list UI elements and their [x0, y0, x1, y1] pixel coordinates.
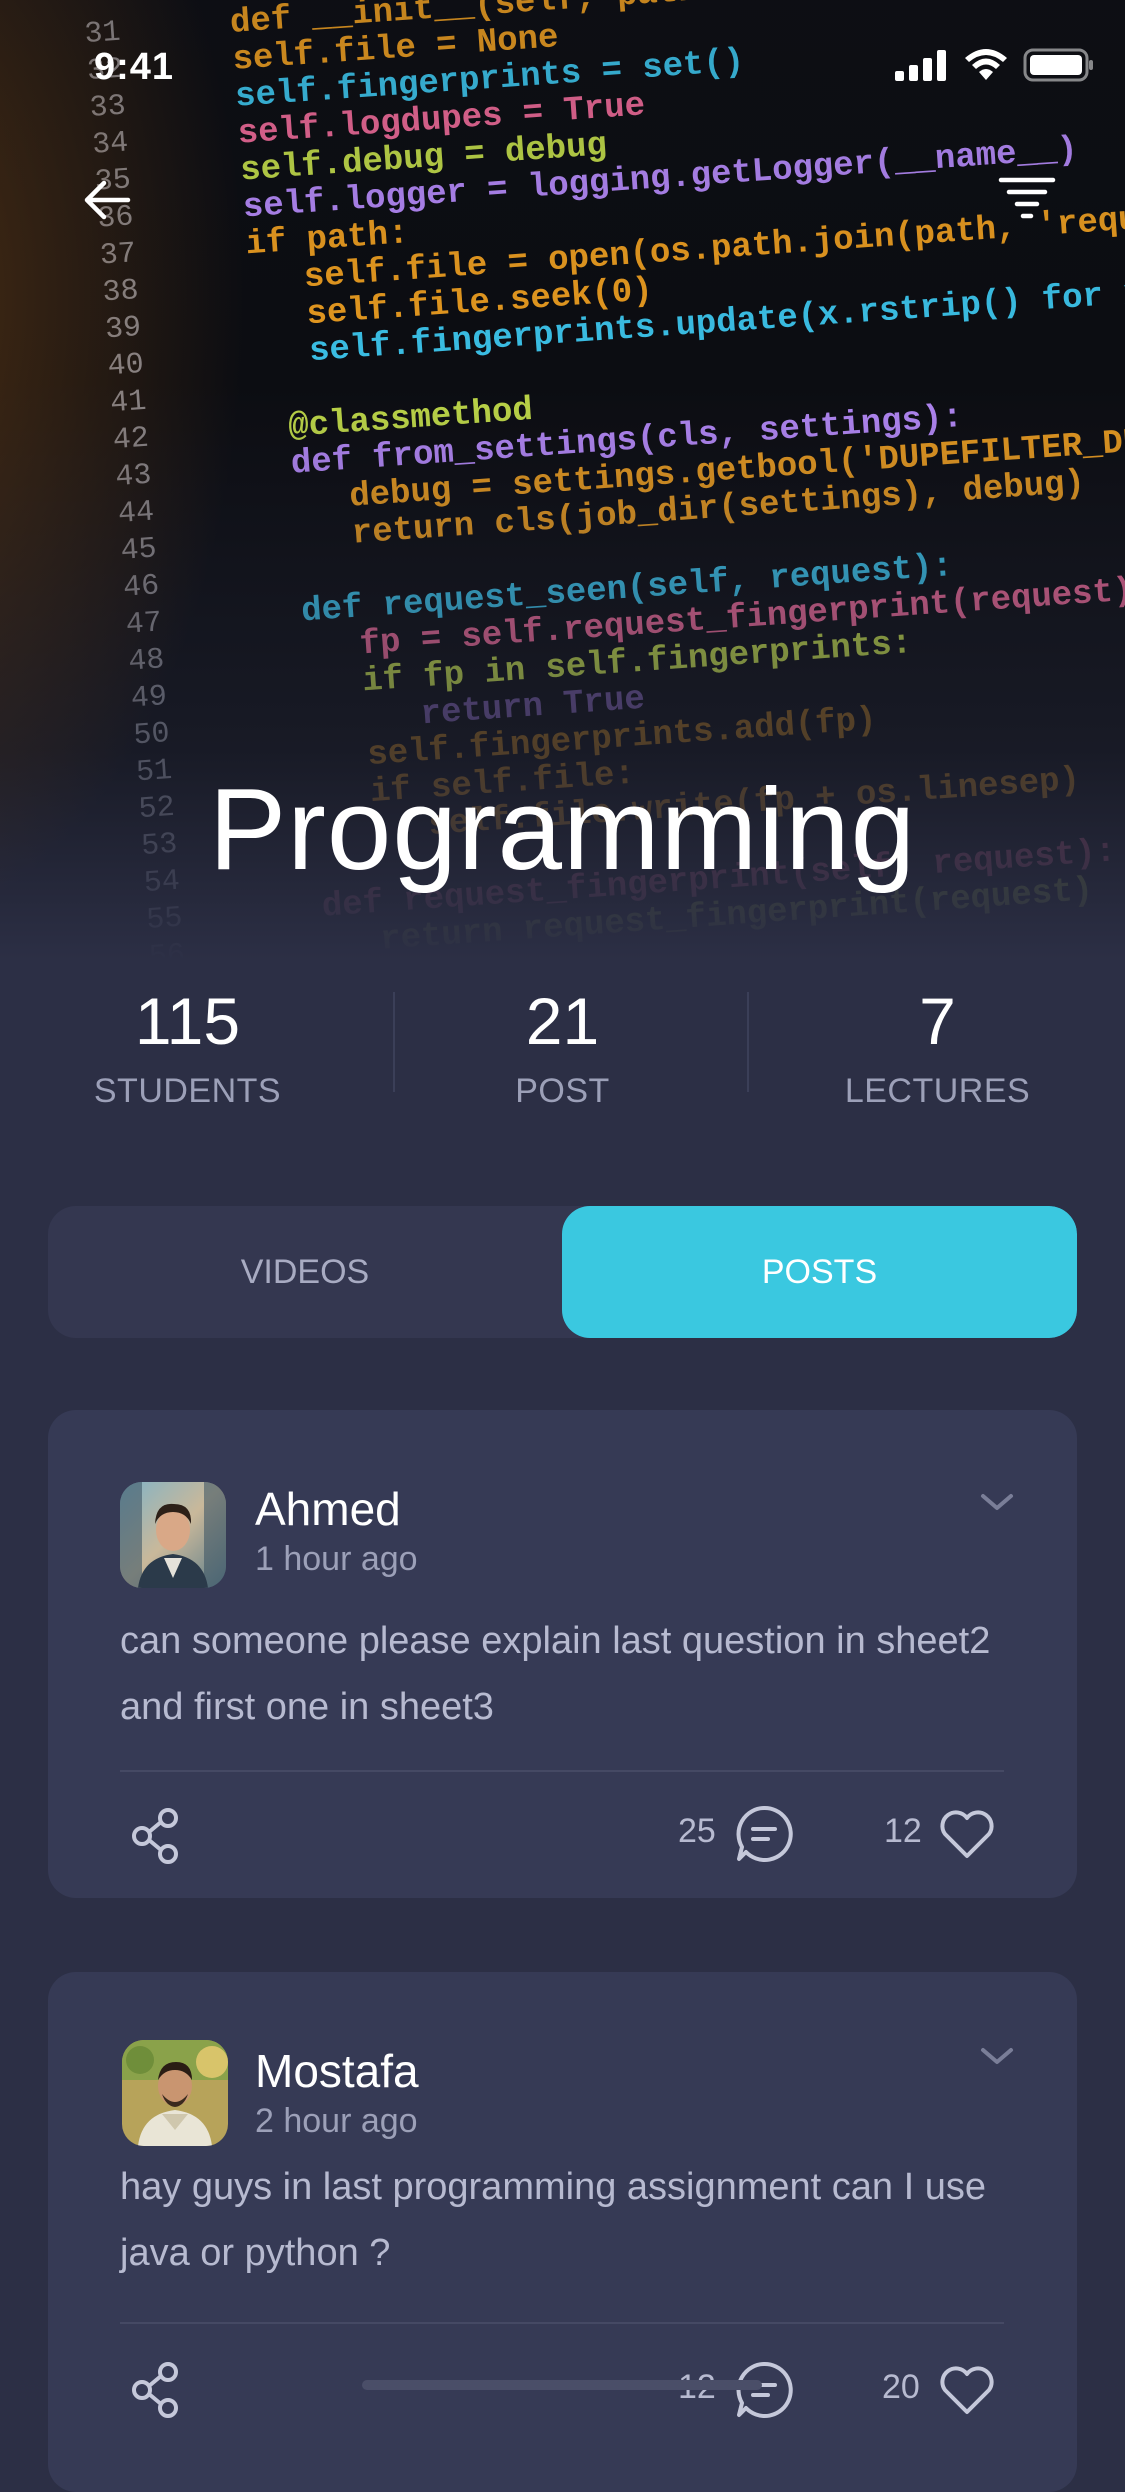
divider	[120, 2322, 1004, 2324]
share-icon[interactable]	[130, 1806, 186, 1866]
stat-label: STUDENTS	[93, 1072, 282, 1110]
share-icon[interactable]	[130, 2360, 186, 2420]
stat-students: 115 STUDENTS	[0, 980, 375, 1120]
comment-count: 25	[678, 1812, 716, 1850]
heart-icon[interactable]	[938, 2364, 996, 2416]
stat-divider	[393, 992, 395, 1092]
post-text: can someone please explain last question…	[120, 1620, 991, 1728]
avatar[interactable]	[120, 1482, 226, 1588]
heart-icon[interactable]	[938, 1808, 996, 1860]
page-title: Programming	[208, 764, 917, 894]
like-count: 12	[884, 1812, 922, 1850]
battery-icon	[1023, 48, 1093, 82]
post-author[interactable]: Mostafa	[255, 2044, 419, 2098]
stat-posts: 21 POST	[375, 980, 750, 1120]
post-card: Ahmed 1 hour ago can someone please expl…	[48, 1410, 1077, 1898]
wifi-icon	[965, 49, 1007, 80]
chevron-down-icon[interactable]	[977, 1488, 1017, 1516]
comment-icon[interactable]	[734, 2360, 794, 2420]
content-tabs: VIDEOS POSTS	[48, 1206, 1077, 1338]
post-card: Mostafa 2 hour ago hay guys in last prog…	[48, 1972, 1077, 2492]
stat-lectures: 7 LECTURES	[750, 980, 1125, 1120]
course-stats: 115 STUDENTS 21 POST 7 LECTURES	[0, 980, 1125, 1120]
home-indicator	[362, 2380, 762, 2390]
stat-value: 115	[134, 984, 241, 1058]
stat-divider	[747, 992, 749, 1092]
status-time: 9:41	[94, 46, 175, 88]
like-count: 20	[882, 2368, 920, 2406]
tab-videos[interactable]: VIDEOS	[48, 1206, 562, 1338]
back-arrow-icon[interactable]	[78, 170, 138, 230]
filter-icon[interactable]	[997, 172, 1057, 228]
stat-value: 7	[919, 984, 956, 1058]
stat-value: 21	[525, 984, 600, 1058]
comment-icon[interactable]	[734, 1804, 794, 1864]
stat-label: POST	[515, 1072, 610, 1110]
avatar[interactable]	[122, 2040, 228, 2146]
chevron-down-icon[interactable]	[977, 2042, 1017, 2070]
post-time: 2 hour ago	[255, 2102, 418, 2140]
post-author[interactable]: Ahmed	[255, 1482, 401, 1536]
status-icons	[895, 48, 1095, 82]
stat-label: LECTURES	[844, 1072, 1031, 1110]
post-text: hay guys in last programming assignment …	[120, 2166, 986, 2274]
tab-posts[interactable]: POSTS	[562, 1206, 1077, 1338]
hero-header: 31def __init__(self, path=None, debug=Fa…	[0, 0, 1125, 960]
signal-icon	[895, 50, 946, 81]
divider	[120, 1770, 1004, 1772]
post-time: 1 hour ago	[255, 1540, 418, 1578]
